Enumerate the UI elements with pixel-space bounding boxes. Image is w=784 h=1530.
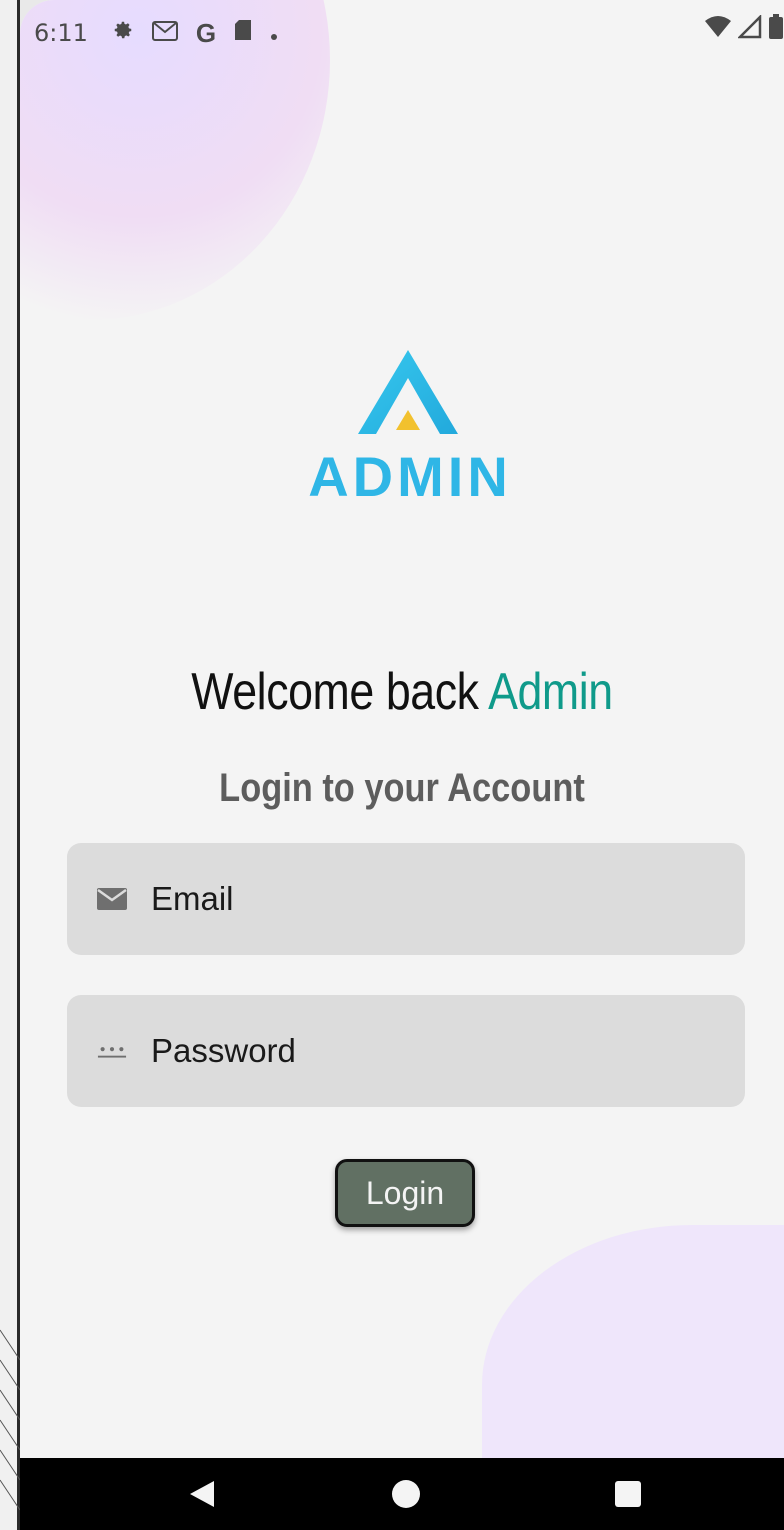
welcome-accent-name: Admin: [488, 663, 613, 721]
recents-button[interactable]: [588, 1458, 668, 1530]
status-bar: 6:11 G: [20, 0, 784, 66]
gear-icon: [112, 19, 134, 47]
wifi-icon: [704, 15, 732, 45]
password-dots-icon: [97, 1041, 127, 1061]
login-button[interactable]: Login: [335, 1159, 475, 1227]
dot-icon: [270, 19, 278, 47]
status-right-icons: [704, 13, 784, 46]
sd-card-icon: [234, 19, 252, 47]
mail-icon: [97, 888, 127, 910]
back-button[interactable]: [162, 1458, 242, 1530]
gmail-icon: [151, 19, 178, 47]
battery-icon: [768, 14, 784, 46]
welcome-heading: Welcome back Admin: [73, 662, 730, 722]
email-field[interactable]: [67, 843, 745, 955]
logo-mark-icon: [358, 350, 458, 434]
welcome-prefix: Welcome back: [191, 663, 479, 721]
password-input[interactable]: [151, 1021, 711, 1081]
google-icon: G: [195, 17, 217, 48]
login-subtitle: Login to your Account: [219, 766, 585, 810]
password-field[interactable]: [67, 995, 745, 1107]
back-icon: [190, 1481, 214, 1507]
home-button[interactable]: [366, 1458, 446, 1530]
system-nav-bar: [20, 1458, 784, 1530]
signal-icon: [736, 13, 762, 45]
frame-scratch-lines: [0, 1329, 21, 1511]
home-icon: [392, 1480, 420, 1508]
status-time: 6:11: [34, 19, 88, 47]
admin-logo: ADMIN: [270, 348, 550, 508]
email-input[interactable]: [151, 869, 711, 929]
device-frame-edge: [0, 0, 20, 1530]
phone-screen: 6:11 G ADMIN Welcome back Admin Login to…: [20, 0, 784, 1530]
logo-text: ADMIN: [308, 445, 512, 508]
recents-icon: [615, 1481, 641, 1507]
